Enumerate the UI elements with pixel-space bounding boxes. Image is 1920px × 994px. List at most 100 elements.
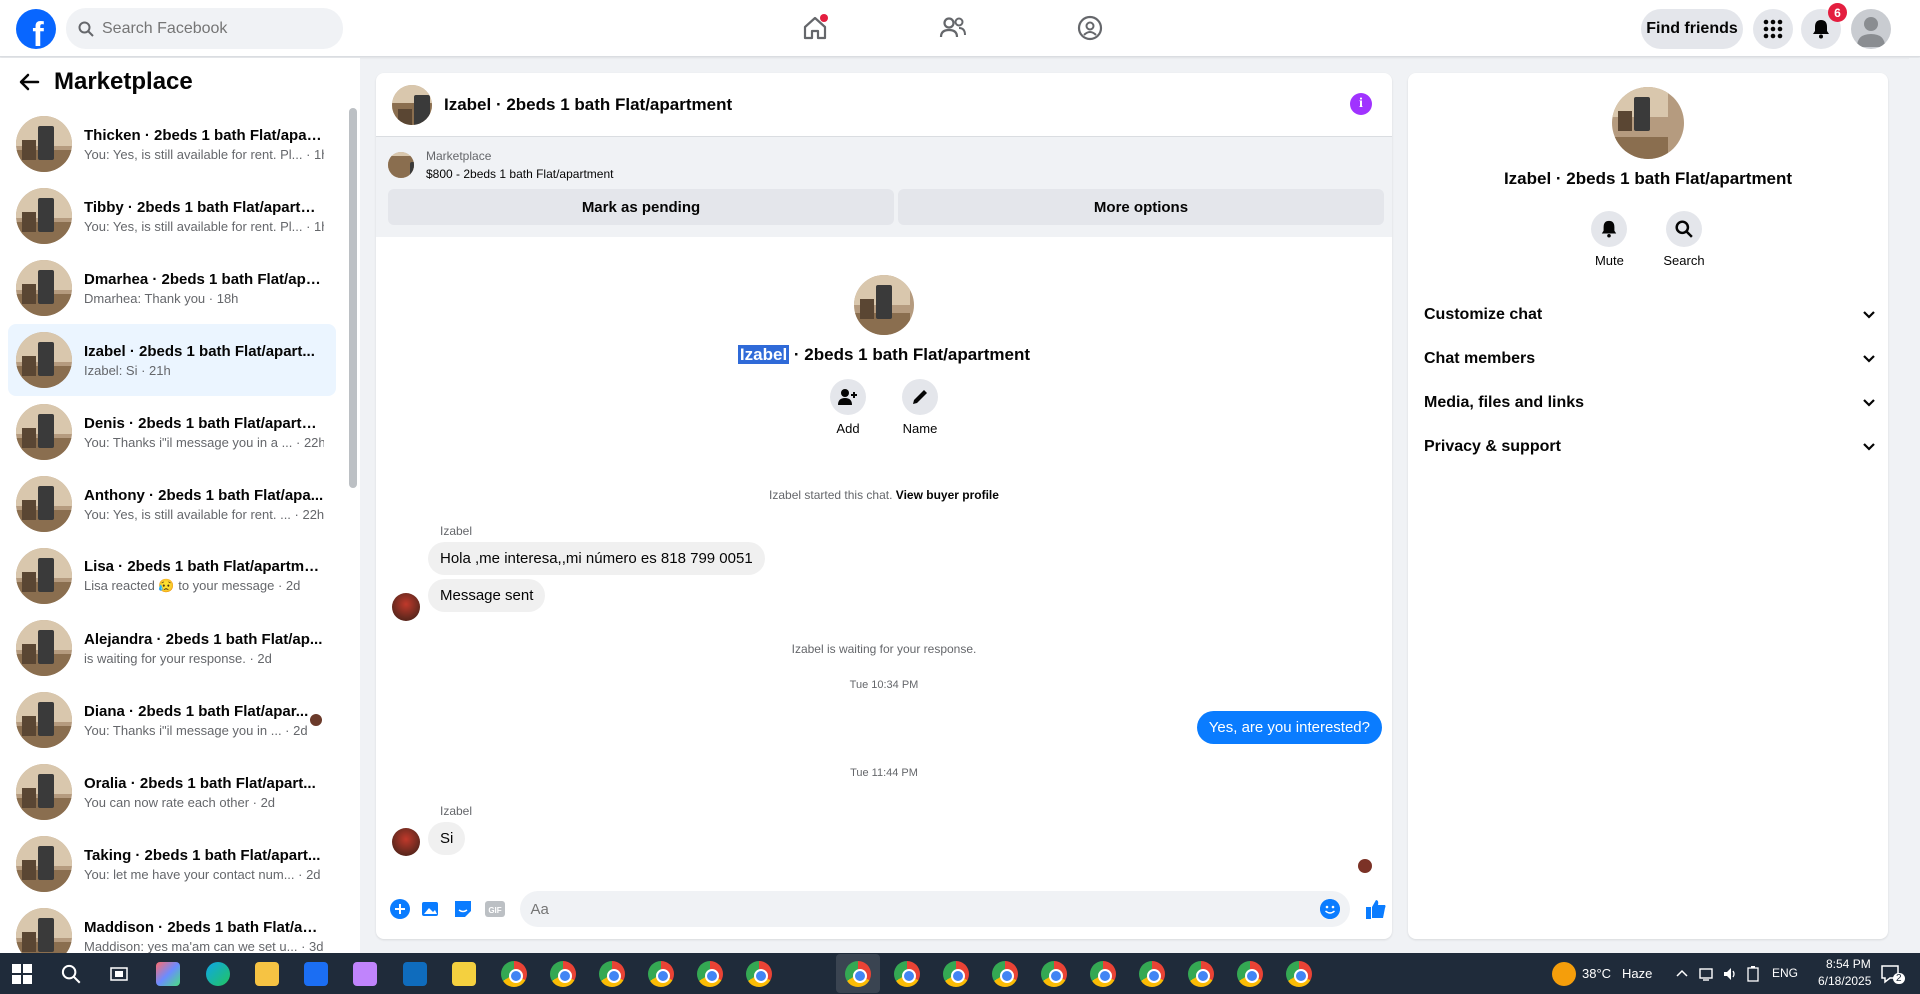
chat-avatar[interactable]: [392, 84, 432, 125]
name-chat-button[interactable]: Name: [902, 379, 938, 436]
chevron-down-icon: [1863, 443, 1875, 451]
conversation-preview: You: Yes, is still available for rent. .…: [84, 506, 324, 522]
listing-title[interactable]: $800 - 2beds 1 bath Flat/apartment: [426, 165, 613, 183]
chrome-profile-icon[interactable]: [943, 961, 969, 987]
sender-avatar[interactable]: [392, 593, 420, 621]
page-scrollbar[interactable]: [1909, 58, 1920, 953]
media-files-links-section[interactable]: Media, files and links: [1424, 385, 1876, 421]
chrome-profile-icon[interactable]: [1139, 961, 1165, 987]
attach-photo-button[interactable]: [416, 893, 448, 925]
chrome-profile-icon[interactable]: [1041, 961, 1067, 987]
facebook-logo[interactable]: f: [16, 9, 56, 49]
customize-chat-section[interactable]: Customize chat: [1424, 297, 1876, 333]
privacy-support-section[interactable]: Privacy & support: [1424, 429, 1876, 465]
more-actions-button[interactable]: [384, 893, 416, 925]
clock-time[interactable]: 8:54 PM: [1826, 957, 1871, 971]
file-explorer-icon[interactable]: [255, 962, 279, 986]
chrome-profile-icon[interactable]: [1188, 961, 1214, 987]
conversation-item[interactable]: Thicken · 2beds 1 bath Flat/apar... You: …: [8, 108, 336, 180]
search-input[interactable]: [102, 19, 322, 38]
search-box[interactable]: [66, 8, 343, 49]
network-icon[interactable]: [1698, 966, 1714, 982]
profile-avatar-button[interactable]: [1851, 9, 1891, 49]
sticker-button[interactable]: [447, 893, 479, 925]
home-nav-button[interactable]: [795, 10, 835, 46]
mute-button[interactable]: Mute: [1591, 211, 1628, 268]
clock-date[interactable]: 6/18/2025: [1818, 974, 1871, 988]
taskbar-search-icon[interactable]: [61, 964, 81, 984]
listing-thumbnail[interactable]: [388, 152, 414, 178]
chat-members-section[interactable]: Chat members: [1424, 341, 1876, 377]
search-in-conversation-button[interactable]: Search: [1663, 211, 1705, 268]
menu-button[interactable]: [1753, 9, 1793, 49]
chat-title[interactable]: Izabel · 2beds 1 bath Flat/apartment: [444, 95, 732, 115]
edge-icon[interactable]: [206, 962, 230, 986]
chrome-profile-icon[interactable]: [1286, 961, 1312, 987]
weather-condition[interactable]: Haze: [1622, 966, 1652, 981]
like-button[interactable]: [1360, 893, 1392, 925]
add-people-button[interactable]: Add: [830, 379, 866, 436]
groups-nav-button[interactable]: [1070, 10, 1110, 46]
conversation-item[interactable]: Alejandra · 2beds 1 bath Flat/ap... is wa…: [8, 612, 336, 684]
sidebar-title: Marketplace: [54, 68, 193, 95]
notifications-button[interactable]: 6: [1801, 3, 1847, 49]
conversation-item[interactable]: Tibby · 2beds 1 bath Flat/apartm... You: …: [8, 180, 336, 252]
app-icon[interactable]: [353, 962, 377, 986]
conversation-preview: is waiting for your response. · 2d: [84, 650, 272, 666]
back-arrow-icon[interactable]: [18, 71, 40, 93]
chrome-profile-icon[interactable]: [697, 961, 723, 987]
gif-button[interactable]: GIF: [479, 893, 511, 925]
copilot-icon[interactable]: [156, 962, 180, 986]
weather-temperature[interactable]: 38°C: [1582, 966, 1611, 981]
message-input-box[interactable]: [520, 891, 1351, 927]
weather-icon[interactable]: [1552, 962, 1576, 986]
conversation-item[interactable]: Taking · 2beds 1 bath Flat/apart... You: …: [8, 828, 336, 900]
find-friends-button[interactable]: Find friends: [1641, 9, 1743, 49]
chrome-profile-icon[interactable]: [550, 961, 576, 987]
top-navigation-bar: f Find friends 6: [0, 0, 1920, 57]
chrome-profile-icon[interactable]: [1237, 961, 1263, 987]
incoming-message[interactable]: Message sent: [428, 579, 546, 612]
microsoft-store-icon[interactable]: [304, 962, 328, 986]
incoming-message[interactable]: Si: [428, 822, 466, 855]
incoming-message[interactable]: Hola ,me interesa,,mi número es 818 799 …: [428, 542, 765, 575]
chrome-profile-icon[interactable]: [894, 961, 920, 987]
chrome-profile-icon-active[interactable]: [845, 961, 871, 987]
sticky-notes-icon[interactable]: [452, 962, 476, 986]
conversation-item[interactable]: Lisa · 2beds 1 bath Flat/apartment Lisa r…: [8, 540, 336, 612]
marketplace-listing-bar: Marketplace $800 - 2beds 1 bath Flat/apa…: [376, 137, 1392, 237]
conversation-item[interactable]: Diana · 2beds 1 bath Flat/apar... You: Th…: [8, 684, 336, 756]
friends-nav-button[interactable]: [933, 10, 973, 46]
chrome-icon[interactable]: [501, 961, 527, 987]
conversation-item[interactable]: Denis · 2beds 1 bath Flat/apartm... You: …: [8, 396, 336, 468]
windows-start-icon[interactable]: [12, 964, 32, 984]
chrome-profile-icon[interactable]: [992, 961, 1018, 987]
battery-icon[interactable]: [1746, 966, 1760, 982]
more-options-button[interactable]: More options: [898, 189, 1384, 225]
outgoing-message[interactable]: Yes, are you interested?: [1196, 711, 1382, 744]
language-indicator[interactable]: ENG: [1772, 966, 1798, 980]
message-input[interactable]: [530, 900, 1311, 918]
speaker-icon[interactable]: [1722, 966, 1738, 982]
emoji-icon[interactable]: [1320, 899, 1341, 919]
info-icon[interactable]: i: [1350, 93, 1372, 115]
listing-thumbnail: [16, 836, 72, 892]
chrome-profile-icon[interactable]: [648, 961, 674, 987]
view-buyer-profile-link[interactable]: View buyer profile: [896, 488, 999, 502]
chrome-profile-icon[interactable]: [1090, 961, 1116, 987]
outlook-icon[interactable]: [403, 962, 427, 986]
sender-avatar[interactable]: [392, 828, 420, 856]
task-view-icon[interactable]: [110, 965, 128, 983]
conversation-item[interactable]: Anthony · 2beds 1 bath Flat/apa... You: Y…: [8, 468, 336, 540]
chevron-up-icon[interactable]: [1676, 968, 1688, 978]
sidebar-scrollbar[interactable]: [349, 108, 357, 488]
sender-name: Izabel: [440, 524, 473, 538]
conversation-item[interactable]: Oralia · 2beds 1 bath Flat/apart... You c…: [8, 756, 336, 828]
mark-as-pending-button[interactable]: Mark as pending: [388, 189, 894, 225]
chrome-profile-icon[interactable]: [746, 961, 772, 987]
conversation-item-active[interactable]: Izabel · 2beds 1 bath Flat/apart... Izabe…: [8, 324, 336, 396]
listing-thumbnail: [16, 260, 72, 316]
conversation-item[interactable]: Dmarhea · 2beds 1 bath Flat/apa... Dmarhe…: [8, 252, 336, 324]
listing-thumbnail: [16, 188, 72, 244]
chrome-profile-icon[interactable]: [599, 961, 625, 987]
